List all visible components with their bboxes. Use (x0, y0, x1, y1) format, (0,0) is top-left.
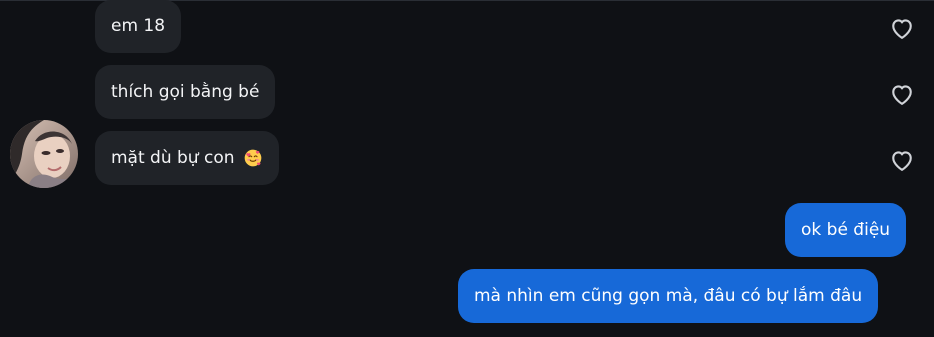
heart-like-icon[interactable] (888, 146, 916, 174)
heart-like-icon[interactable] (888, 14, 916, 42)
outgoing-message-bubble[interactable]: mà nhìn em cũng gọn mà, đâu có bự lắm đâ… (458, 269, 879, 323)
avatar-image (10, 120, 78, 188)
incoming-message-bubble[interactable]: em 18 (95, 0, 182, 53)
message-text: mặt dù bự con (111, 147, 235, 168)
message-text: thích gọi bằng bé (111, 81, 260, 102)
incoming-message-bubble[interactable]: mặt dù bự con (95, 131, 279, 185)
contact-avatar[interactable] (10, 120, 78, 188)
message-text: em 18 (111, 16, 166, 36)
smiling-face-with-hearts-icon (244, 149, 261, 167)
outgoing-message-bubble[interactable]: ok bé điệu (785, 203, 907, 257)
message-text: ok bé điệu (801, 219, 891, 240)
message-text: mà nhìn em cũng gọn mà, đâu có bự lắm đâ… (474, 285, 863, 306)
heart-like-icon[interactable] (888, 80, 916, 108)
incoming-message-bubble[interactable]: thích gọi bằng bé (95, 65, 276, 119)
